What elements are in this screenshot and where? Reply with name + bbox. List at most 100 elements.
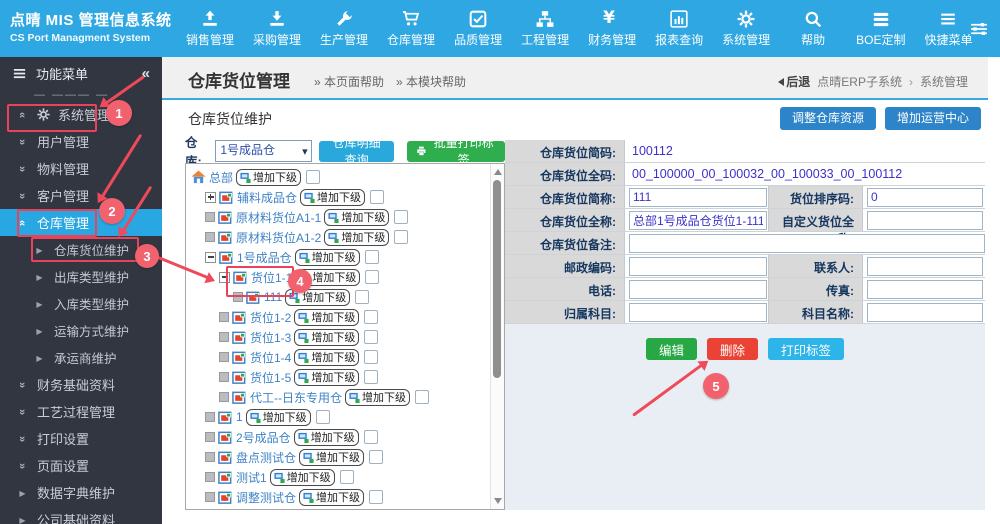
tree-node-checkbox[interactable] <box>364 370 378 384</box>
sidebar-item[interactable]: »工艺过程管理 <box>0 398 162 425</box>
tree-expander-icon[interactable] <box>205 192 216 203</box>
tree-expander-icon[interactable] <box>205 212 215 222</box>
breadcrumb-system[interactable]: 系统管理 <box>920 73 968 90</box>
tree-node-label[interactable]: 货位1-3 <box>250 329 291 346</box>
tree-node-label[interactable]: 1 <box>236 410 243 424</box>
add-child-button[interactable]: 增加下级 <box>295 249 360 266</box>
tree-node-label[interactable]: 111 <box>264 290 282 304</box>
collapse-sidebar-icon[interactable]: « <box>142 65 150 82</box>
sidebar-item[interactable]: »用户管理 <box>0 128 162 155</box>
form-input[interactable] <box>867 257 983 276</box>
topmenu-item[interactable]: 系统管理 <box>722 10 770 48</box>
topmenu-item[interactable]: 仓库管理 <box>387 10 435 48</box>
tree-node-checkbox[interactable] <box>394 210 408 224</box>
sidebar-item[interactable]: ▶入库类型维护 <box>0 290 162 317</box>
add-operation-center-button[interactable]: 增加运营中心 <box>885 107 981 130</box>
form-input[interactable] <box>629 211 767 230</box>
add-child-button[interactable]: 增加下级 <box>295 269 360 286</box>
tree-node-label[interactable]: 货位1-2 <box>250 309 291 326</box>
topmenu-item[interactable]: 生产管理 <box>320 10 368 48</box>
tree-node-checkbox[interactable] <box>364 310 378 324</box>
tree-node-checkbox[interactable] <box>365 250 379 264</box>
sidebar-item[interactable]: ▶公司基础资料 <box>0 506 162 524</box>
sidebar-item[interactable]: »页面设置 <box>0 452 162 479</box>
batch-print-label-button[interactable]: 批量打印标签 <box>407 141 505 162</box>
tree-node-checkbox[interactable] <box>394 230 408 244</box>
topmenu-item[interactable]: 工程管理 <box>521 10 569 48</box>
sidebar-item[interactable]: »客户管理 <box>0 182 162 209</box>
tree-node-checkbox[interactable] <box>369 450 383 464</box>
tree-node-checkbox[interactable] <box>306 170 320 184</box>
form-input[interactable] <box>867 211 983 230</box>
tree-node-label[interactable]: 原材料货位A1-1 <box>236 209 321 226</box>
tree-expander-icon[interactable] <box>233 292 243 302</box>
tree-expander-icon[interactable] <box>205 252 216 263</box>
tree-node-label[interactable]: 盘点测试仓 <box>236 449 296 466</box>
breadcrumb-erp[interactable]: 点晴ERP子系统 <box>817 73 902 90</box>
warehouse-select[interactable]: 1号成品仓 ▾ <box>215 140 311 162</box>
tree-expander-icon[interactable] <box>219 372 229 382</box>
tree-expander-icon[interactable] <box>219 352 229 362</box>
sidebar-item[interactable]: «仓库管理 <box>0 209 162 236</box>
tree-expander-icon[interactable] <box>219 392 229 402</box>
tree-node-checkbox[interactable] <box>355 290 369 304</box>
tree-node-checkbox[interactable] <box>364 350 378 364</box>
add-child-button[interactable]: 增加下级 <box>246 409 311 426</box>
form-input[interactable] <box>629 234 985 253</box>
tree-node-label[interactable]: 货位1-4 <box>250 349 291 366</box>
form-input[interactable] <box>867 303 983 322</box>
tree-node-checkbox[interactable] <box>365 270 379 284</box>
tree-node-checkbox[interactable] <box>415 390 429 404</box>
sidebar-item[interactable]: ▶运输方式维护 <box>0 317 162 344</box>
add-child-button[interactable]: 增加下级 <box>273 509 338 510</box>
tree-expander-icon[interactable] <box>219 312 229 322</box>
add-child-button[interactable]: 增加下级 <box>285 289 350 306</box>
scroll-up-icon[interactable] <box>494 169 502 175</box>
edit-button[interactable]: 编辑 <box>646 338 697 360</box>
tree-node-label[interactable]: 代工--日东专用仓 <box>250 389 342 406</box>
tree-scrollbar[interactable] <box>490 164 504 509</box>
tree-node-label[interactable]: 总部 <box>209 169 233 186</box>
tree-node-label[interactable]: 测试1 <box>236 469 267 486</box>
scroll-down-icon[interactable] <box>494 498 502 504</box>
warehouse-detail-query-button[interactable]: 仓库明细查询 <box>319 141 395 162</box>
page-help-link[interactable]: » 本页面帮助 <box>314 73 384 90</box>
adjust-warehouse-resource-button[interactable]: 调整仓库资源 <box>780 107 876 130</box>
module-help-link[interactable]: » 本模块帮助 <box>396 73 466 90</box>
tree-node-checkbox[interactable] <box>316 410 330 424</box>
add-child-button[interactable]: 增加下级 <box>299 449 364 466</box>
form-input[interactable] <box>629 280 767 299</box>
add-child-button[interactable]: 增加下级 <box>324 229 389 246</box>
topmenu-item[interactable]: 帮助 <box>789 10 837 48</box>
tree-node-checkbox[interactable] <box>369 490 383 504</box>
tree-expander-icon[interactable] <box>205 452 215 462</box>
back-button[interactable]: 后退 <box>778 73 810 90</box>
tree-node-label[interactable]: 辅料成品仓 <box>237 189 297 206</box>
sidebar-item[interactable]: ▶数据字典维护 <box>0 479 162 506</box>
add-child-button[interactable]: 增加下级 <box>294 329 359 346</box>
tree-node-label[interactable]: 调整测试仓 <box>236 489 296 506</box>
tree-node-label[interactable]: 货位1-5 <box>250 369 291 386</box>
tree-node-checkbox[interactable] <box>370 190 384 204</box>
sidebar-item[interactable]: »打印设置 <box>0 425 162 452</box>
topmenu-item[interactable]: 品质管理 <box>454 10 502 48</box>
add-child-button[interactable]: 增加下级 <box>294 369 359 386</box>
topmenu-item[interactable]: 销售管理 <box>186 10 234 48</box>
add-child-button[interactable]: 增加下级 <box>324 209 389 226</box>
add-child-button[interactable]: 增加下级 <box>236 169 301 186</box>
tree-node-checkbox[interactable] <box>340 470 354 484</box>
tree-node-label[interactable]: 2号成品仓 <box>236 429 291 446</box>
topmenu-item[interactable]: 采购管理 <box>253 10 301 48</box>
tree-expander-icon[interactable] <box>219 332 229 342</box>
sliders-icon[interactable] <box>970 20 988 38</box>
tree-expander-icon[interactable] <box>219 272 230 283</box>
form-input[interactable] <box>629 188 767 207</box>
tree-expander-icon[interactable] <box>205 492 215 502</box>
add-child-button[interactable]: 增加下级 <box>300 189 365 206</box>
add-child-button[interactable]: 增加下级 <box>294 429 359 446</box>
form-input[interactable] <box>629 303 767 322</box>
tree-node-label[interactable]: 原材料货位A1-2 <box>236 229 321 246</box>
tree-expander-icon[interactable] <box>205 412 215 422</box>
print-label-button[interactable]: 打印标签 <box>768 338 844 360</box>
tree-node-checkbox[interactable] <box>364 430 378 444</box>
